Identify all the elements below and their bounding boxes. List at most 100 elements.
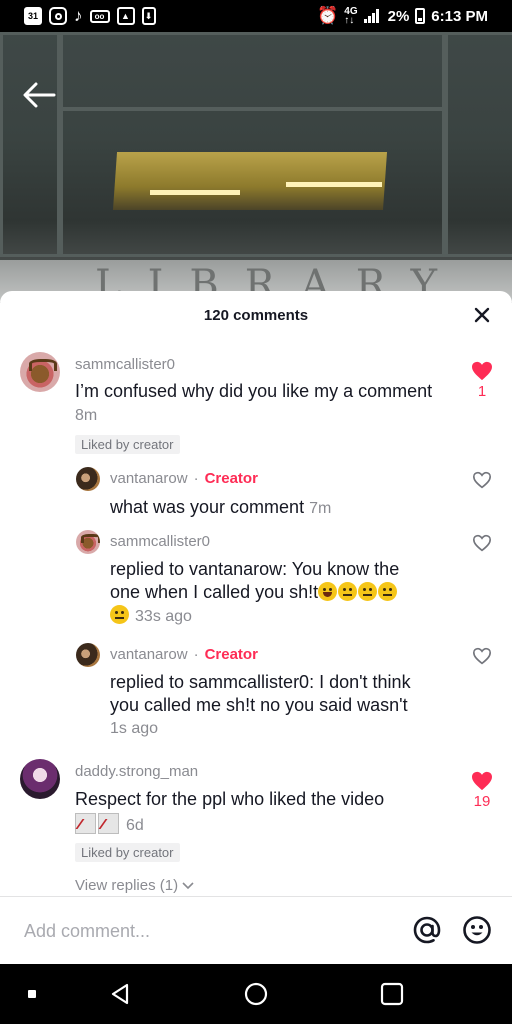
neutral-face-emoji: [338, 582, 358, 601]
comment-username[interactable]: daddy.strong_man: [75, 763, 198, 780]
avatar[interactable]: [20, 759, 60, 799]
emoji-picker-button[interactable]: [462, 915, 492, 945]
like-button[interactable]: [470, 647, 494, 665]
ceiling-light: [112, 152, 388, 210]
mention-button[interactable]: [412, 915, 442, 945]
reply-body-line: replied to sammcallister0: I don't think: [110, 672, 411, 692]
reply-body-line: replied to vantanarow: You know the: [110, 559, 400, 579]
sheet-header: 120 comments: [0, 291, 512, 339]
grinning-sweat-emoji: [318, 582, 338, 601]
reply-text: what was your comment 7m: [110, 496, 450, 520]
reply-body: what was your comment: [110, 497, 305, 517]
status-right: ⏰ 4G ↑↓ 2% 6:13 PM: [317, 6, 488, 26]
home-circle-icon: [244, 982, 268, 1006]
creator-tag: Creator: [204, 646, 258, 663]
avatar[interactable]: [76, 643, 100, 667]
username-text[interactable]: vantanarow: [110, 646, 188, 663]
like-button[interactable]: [470, 534, 494, 552]
creator-tag: Creator: [204, 470, 258, 487]
heart-filled-icon: [472, 771, 492, 791]
window-mullion: [60, 107, 445, 111]
system-nav-bar: [0, 964, 512, 1024]
recents-button[interactable]: [28, 990, 36, 998]
window-frame: [445, 32, 512, 257]
heart-filled-icon: [472, 361, 492, 381]
username-text[interactable]: sammcallister0: [75, 356, 175, 373]
download-icon: ⬇: [141, 7, 156, 25]
view-replies-button[interactable]: View replies (1): [75, 877, 194, 894]
heart-outline-icon: [472, 534, 492, 552]
neutral-face-emoji: [358, 582, 378, 601]
status-bar: 31 ♪ oo ▲ ⬇ ⏰ 4G ↑↓ 2% 6:13 PM: [0, 0, 512, 32]
view-replies-label[interactable]: View replies (1): [75, 877, 178, 894]
reply-text: replied to vantanarow: You know the one …: [110, 558, 470, 628]
comments-sheet: 120 comments sammcallister0 I’m confused…: [0, 291, 512, 965]
reply-username[interactable]: vantanarow · Creator: [110, 646, 258, 663]
back-button[interactable]: [108, 982, 132, 1011]
reply-body-line: one when I called you sh!t: [110, 581, 470, 604]
overview-square-icon: [380, 982, 404, 1006]
avatar[interactable]: [76, 530, 100, 554]
like-button[interactable]: 19: [470, 771, 494, 810]
add-comment-input[interactable]: [24, 917, 384, 945]
back-triangle-icon: [111, 983, 129, 1005]
back-arrow-icon: [23, 82, 56, 108]
add-comment-bar: [0, 896, 512, 964]
like-button[interactable]: [470, 471, 494, 489]
back-button[interactable]: [22, 82, 56, 108]
like-count: 1: [477, 383, 487, 400]
separator-dot: ·: [193, 646, 199, 663]
signal-icon: [363, 9, 382, 23]
comment-username[interactable]: sammcallister0: [75, 356, 175, 373]
battery-percent: 2%: [387, 7, 410, 25]
like-button[interactable]: 1: [470, 361, 494, 400]
avatar[interactable]: [76, 467, 100, 491]
close-button[interactable]: [472, 305, 492, 325]
username-text[interactable]: vantanarow: [110, 470, 188, 487]
tiktok-icon: ♪: [74, 6, 83, 25]
chart-decreasing-emoji: [75, 813, 96, 834]
voicemail-icon: oo: [89, 9, 110, 23]
reply-time: 7m: [309, 500, 332, 517]
reply-item: vantanarow · Creator what was your comme…: [0, 467, 512, 527]
reply-username[interactable]: sammcallister0: [110, 533, 210, 550]
heart-outline-icon: [472, 471, 492, 489]
emoji-picker-icon: [463, 916, 491, 944]
comment-body: Respect for the ppl who liked the video: [75, 789, 385, 809]
like-count: 19: [473, 793, 491, 810]
neutral-face-emoji: [110, 605, 129, 624]
reply-body-line: you called me sh!t no you said wasn't: [110, 695, 408, 715]
heart-outline-icon: [472, 647, 492, 665]
at-mention-icon: [413, 916, 441, 944]
reply-username[interactable]: vantanarow · Creator: [110, 470, 258, 487]
username-text[interactable]: daddy.strong_man: [75, 763, 198, 780]
light-strip: [286, 182, 382, 187]
reply-time: 33s ago: [135, 608, 192, 625]
chart-decreasing-emoji: [98, 813, 119, 834]
gallery-icon: ▲: [116, 7, 135, 25]
comment-body: I’m confused why did you like my a comme…: [75, 381, 433, 401]
neutral-face-emoji: [378, 582, 398, 601]
liked-by-creator-badge: Liked by creator: [75, 435, 180, 454]
comments-count-title: 120 comments: [203, 306, 309, 324]
home-button[interactable]: [244, 982, 268, 1011]
comment-time: 8m: [75, 407, 98, 424]
liked-by-creator-badge: Liked by creator: [75, 843, 180, 862]
reply-body-line: 33s ago: [110, 604, 470, 628]
overview-button[interactable]: [380, 982, 404, 1011]
reply-text: replied to sammcallister0: I don't think…: [110, 671, 470, 740]
window-frame: [0, 32, 60, 257]
light-strip: [150, 190, 240, 195]
comment-text: Respect for the ppl who liked the video …: [75, 788, 445, 837]
video-background[interactable]: LIBRARY: [0, 32, 512, 302]
instagram-icon: [49, 7, 67, 25]
window-frame: [60, 32, 445, 257]
chevron-down-icon: [182, 881, 194, 889]
username-text[interactable]: sammcallister0: [110, 533, 210, 550]
avatar[interactable]: [20, 352, 60, 392]
alarm-icon: ⏰: [317, 6, 339, 25]
reply-item: sammcallister0 replied to vantanarow: Yo…: [0, 530, 512, 630]
clock: 6:13 PM: [431, 7, 488, 25]
battery-icon: [415, 8, 426, 24]
comment-item: daddy.strong_man Respect for the ppl who…: [0, 759, 512, 899]
